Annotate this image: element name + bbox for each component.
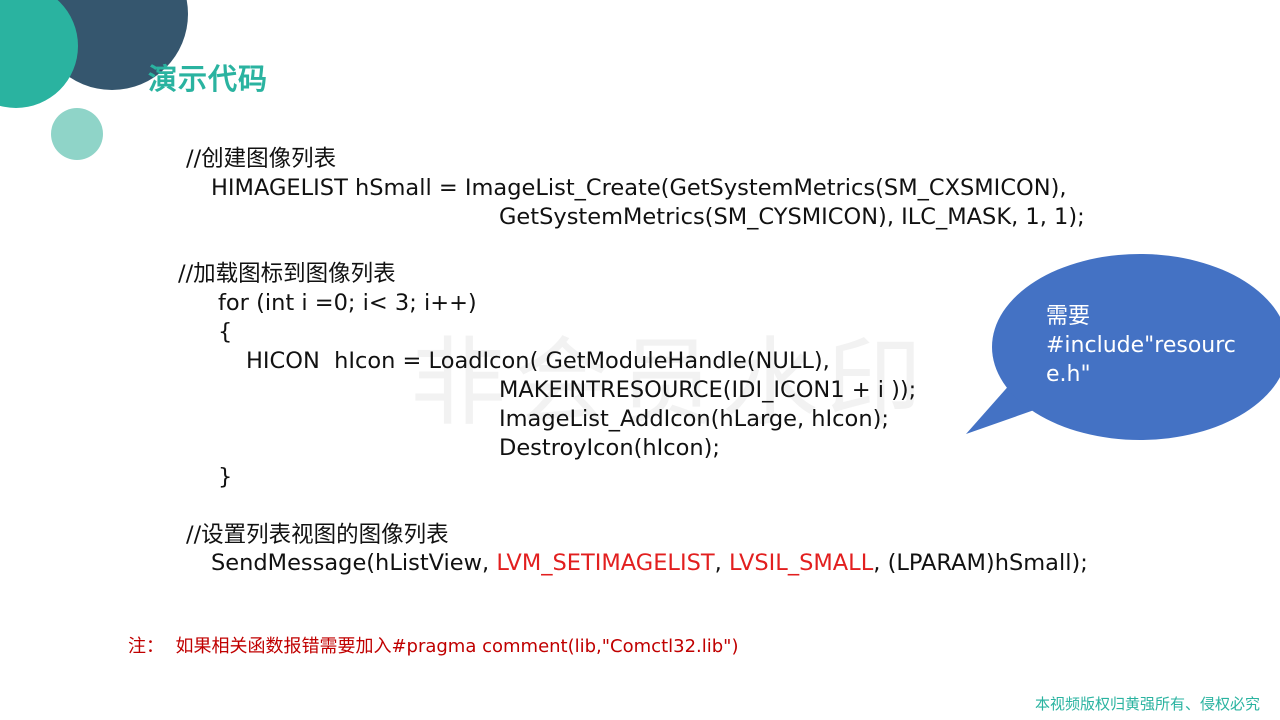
code-line-makeintresource: MAKEINTRESOURCE(IDI_ICON1 + i )); bbox=[499, 377, 917, 403]
code-comment-set: //设置列表视图的图像列表 bbox=[186, 522, 449, 548]
code-line-imagelist-args: GetSystemMetrics(SM_CYSMICON), ILC_MASK,… bbox=[499, 204, 1085, 230]
slide-title: 演示代码 bbox=[148, 62, 269, 96]
code-line-close-brace: } bbox=[218, 464, 233, 490]
teal-circle bbox=[0, 0, 78, 108]
sendmessage-suffix: , (LPARAM)hSmall); bbox=[873, 550, 1088, 576]
sendmessage-flag: LVSIL_SMALL bbox=[728, 550, 874, 576]
copyright-text: 本视频版权归黄强所有、侵权必究 bbox=[1034, 695, 1260, 713]
code-line-loadicon: HICON hIcon = LoadIcon( GetModuleHandle(… bbox=[246, 348, 830, 374]
note-text: 注： 如果相关函数报错需要加入#pragma comment(lib,"Comc… bbox=[128, 636, 739, 657]
callout-text: 需要 #include"resourc e.h" bbox=[1046, 304, 1236, 387]
code-line-for: for (int i =0; i< 3; i++) bbox=[218, 290, 477, 316]
code-line-destroyicon: DestroyIcon(hIcon); bbox=[499, 435, 721, 461]
light-teal-circle bbox=[51, 108, 103, 160]
code-line-imagelist-create: HIMAGELIST hSmall = ImageList_Create(Get… bbox=[211, 175, 1067, 201]
code-line-open-brace: { bbox=[218, 319, 233, 345]
sendmessage-prefix: SendMessage(hListView, bbox=[211, 550, 497, 576]
code-line-addicon: ImageList_AddIcon(hLarge, hIcon); bbox=[499, 406, 889, 432]
sendmessage-sep: , bbox=[714, 550, 729, 576]
code-comment-create: //创建图像列表 bbox=[186, 146, 337, 172]
sendmessage-msg: LVM_SETIMAGELIST bbox=[496, 550, 715, 576]
code-comment-load: //加载图标到图像列表 bbox=[178, 261, 396, 287]
code-line-sendmessage: SendMessage(hListView, LVM_SETIMAGELIST,… bbox=[211, 549, 1088, 578]
